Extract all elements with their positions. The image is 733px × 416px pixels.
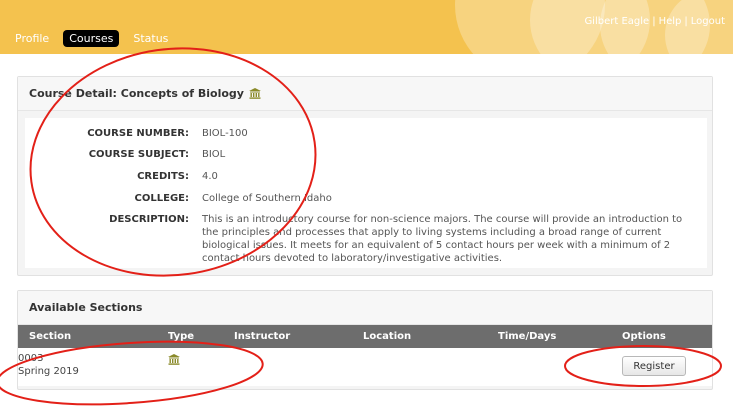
col-location: Location [363, 331, 412, 342]
course-number-value: BIOL-100 [202, 128, 248, 139]
separator: | [652, 16, 656, 27]
section-number: 0003 [18, 353, 44, 364]
description-value: This is an introductory course for non-s… [202, 214, 683, 264]
course-detail-title: Course Detail: Concepts of Biology [29, 87, 244, 100]
help-link[interactable]: Help [659, 16, 682, 27]
header-decoration [665, 0, 733, 54]
nav-profile[interactable]: Profile [9, 30, 55, 47]
col-section: Section [29, 331, 72, 342]
top-bar: Profile Courses Status Gilbert Eagle | Hel… [0, 0, 733, 54]
field-label: COURSE SUBJECT: [88, 149, 189, 160]
col-time-days: Time/Days [498, 331, 557, 342]
sections-title: Available Sections [29, 301, 143, 314]
col-type: Type [168, 331, 195, 342]
available-sections-panel: Available Sections Section Type Instruct… [17, 290, 713, 390]
credits-row: CREDITS: 4.0 [25, 170, 692, 183]
sections-table-header: Section Type Instructor Location Time/Da… [18, 325, 712, 348]
main-nav: Profile Courses Status [9, 30, 174, 47]
nav-courses[interactable]: Courses [63, 30, 120, 47]
course-detail-panel: Course Detail: Concepts of Biology COURS… [17, 76, 713, 276]
credits-value: 4.0 [202, 171, 218, 182]
user-bar: Gilbert Eagle | Help | Logout [584, 16, 725, 27]
nav-status[interactable]: Status [127, 30, 174, 47]
logout-link[interactable]: Logout [691, 16, 725, 27]
col-options: Options [622, 331, 666, 342]
college-value: College of Southern Idaho [202, 193, 332, 204]
sections-header: Available Sections [18, 291, 712, 325]
register-button[interactable]: Register [622, 356, 686, 376]
table-row: 0003 Spring 2019 Register [18, 348, 712, 386]
course-subject-value: BIOL [202, 149, 226, 160]
section-cell: 0003 Spring 2019 [18, 352, 79, 378]
field-label: COLLEGE: [134, 193, 189, 204]
college-row: COLLEGE: College of Southern Idaho [25, 192, 692, 205]
user-name-link[interactable]: Gilbert Eagle [584, 16, 649, 27]
course-detail-body: COURSE NUMBER: BIOL-100 COURSE SUBJECT: … [25, 118, 707, 268]
field-label: COURSE NUMBER: [87, 128, 189, 139]
description-row: DESCRIPTION: This is an introductory cou… [25, 213, 692, 265]
institution-icon [168, 354, 180, 365]
course-detail-header: Course Detail: Concepts of Biology [18, 77, 712, 111]
separator: | [684, 16, 688, 27]
course-number-row: COURSE NUMBER: BIOL-100 [25, 127, 692, 140]
col-instructor: Instructor [234, 331, 291, 342]
course-subject-row: COURSE SUBJECT: BIOL [25, 148, 692, 161]
section-term: Spring 2019 [18, 366, 79, 377]
field-label: DESCRIPTION: [109, 214, 189, 225]
institution-icon [248, 88, 261, 99]
field-label: CREDITS: [137, 171, 189, 182]
